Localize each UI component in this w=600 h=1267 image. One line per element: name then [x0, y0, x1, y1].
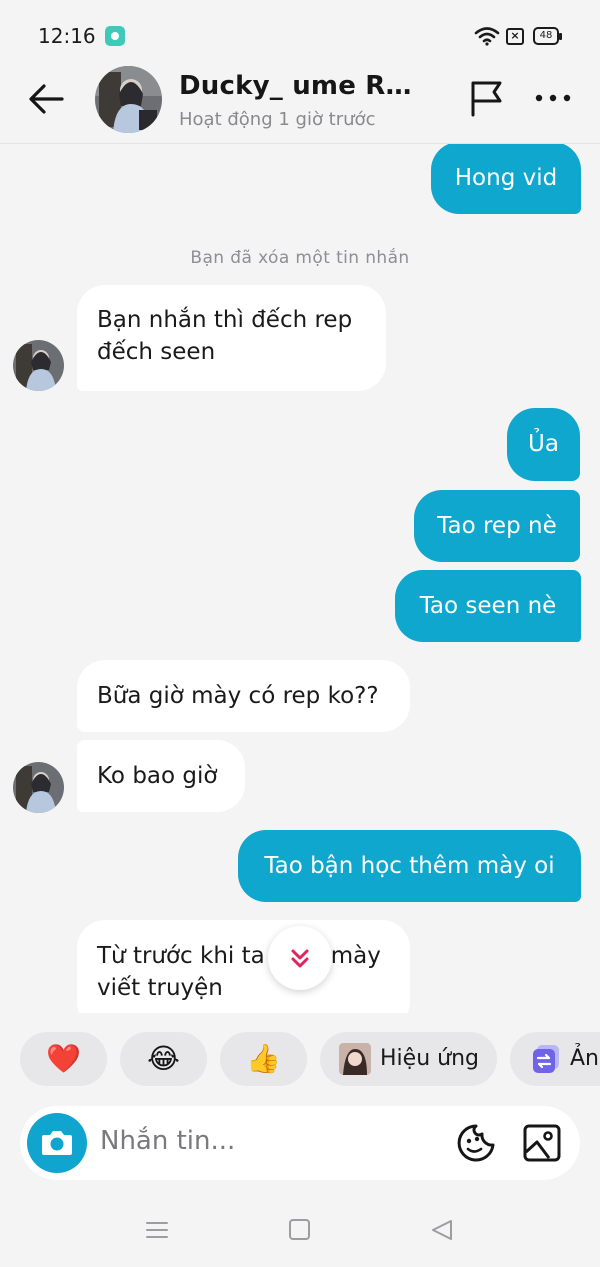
message-text-line: Bạn nhắn thì đếch rep: [97, 307, 353, 333]
message-text: Tao seen nè: [419, 593, 557, 619]
incoming-message[interactable]: Bữa giờ mày có rep ko??: [77, 660, 410, 732]
app-notification-icon: [105, 26, 125, 46]
home-button[interactable]: [289, 1219, 310, 1240]
camera-button[interactable]: [27, 1113, 87, 1173]
last-active-status: Hoạt động 1 giờ trước: [179, 109, 376, 130]
message-composer: Nhắn tin...: [20, 1106, 580, 1180]
outgoing-message[interactable]: Tao rep nè: [414, 490, 580, 562]
outgoing-message[interactable]: Ủa: [507, 408, 580, 481]
message-list[interactable]: Hong vid Bạn đã xóa một tin nhắn Bạn nhắ…: [0, 144, 600, 1013]
thumbs-up-icon: 👍: [246, 1042, 281, 1075]
message-text-line: mày: [330, 943, 381, 969]
flag-report-icon[interactable]: [467, 78, 507, 118]
wifi-icon: [474, 27, 500, 46]
reaction-heart-button[interactable]: ❤️: [20, 1032, 107, 1086]
laughing-icon: 😂: [147, 1042, 180, 1075]
reaction-thumbs-up-button[interactable]: 👍: [220, 1032, 307, 1086]
swap-image-icon: [533, 1045, 559, 1073]
effect-thumbnail-icon: [339, 1043, 371, 1075]
sticker-icon[interactable]: [456, 1123, 496, 1163]
message-text-line: viết truyện: [97, 975, 223, 1001]
message-text: Tao bận học thêm mày oi: [264, 853, 555, 879]
incoming-message[interactable]: Từ trước khi ta mày viết truyện: [77, 920, 410, 1013]
deleted-message-notice: Bạn đã xóa một tin nhắn: [190, 248, 410, 268]
double-chevron-down-icon: [291, 949, 309, 968]
system-navigation-bar: [0, 1190, 600, 1267]
message-text: Ko bao giờ: [97, 763, 218, 789]
nav-back-icon[interactable]: [430, 1218, 454, 1242]
reaction-laugh-button[interactable]: 😂: [120, 1032, 207, 1086]
message-text: Ủa: [528, 431, 559, 457]
heart-icon: ❤️: [46, 1042, 81, 1075]
effects-label: Hiệu ứng: [380, 1046, 479, 1071]
incoming-message[interactable]: Ko bao giờ: [77, 740, 245, 812]
message-text: Bữa giờ mày có rep ko??: [97, 683, 379, 709]
contact-avatar-small[interactable]: [13, 340, 64, 391]
chat-header: Ducky_ ume Rhy... Hoạt động 1 giờ trước: [0, 62, 600, 144]
image-effect-button[interactable]: Ản: [510, 1032, 600, 1086]
gallery-icon[interactable]: [523, 1124, 561, 1162]
sim-icon: ×: [506, 28, 524, 45]
contact-avatar[interactable]: [95, 66, 162, 133]
scroll-to-bottom-button[interactable]: [268, 926, 332, 990]
effects-button[interactable]: Hiệu ứng: [320, 1032, 497, 1086]
recent-apps-icon[interactable]: [146, 1220, 168, 1240]
outgoing-message[interactable]: Tao bận học thêm mày oi: [238, 830, 581, 902]
back-arrow-icon[interactable]: [26, 79, 68, 119]
outgoing-message[interactable]: Hong vid: [431, 144, 581, 214]
contact-name[interactable]: Ducky_ ume Rhy...: [179, 71, 424, 101]
battery-indicator: 48: [533, 27, 562, 45]
message-text: Hong vid: [454, 165, 558, 191]
status-time: 12:16: [38, 24, 96, 48]
contact-avatar-small[interactable]: [13, 762, 64, 813]
camera-icon: [42, 1131, 72, 1155]
message-text-line: đếch seen: [97, 339, 216, 365]
message-text-line: Từ trước khi ta: [97, 943, 265, 969]
image-effect-label: Ản: [570, 1046, 599, 1071]
status-bar: 12:16 × 48: [0, 0, 600, 62]
message-text: Tao rep nè: [437, 513, 557, 539]
quick-reactions-bar: ❤️ 😂 👍 Hiệu ứng Ản: [0, 1032, 600, 1088]
more-options-icon[interactable]: [533, 84, 573, 112]
incoming-message[interactable]: Bạn nhắn thì đếch rep đếch seen: [77, 285, 386, 391]
message-input[interactable]: Nhắn tin...: [100, 1126, 235, 1156]
outgoing-message[interactable]: Tao seen nè: [395, 570, 581, 642]
